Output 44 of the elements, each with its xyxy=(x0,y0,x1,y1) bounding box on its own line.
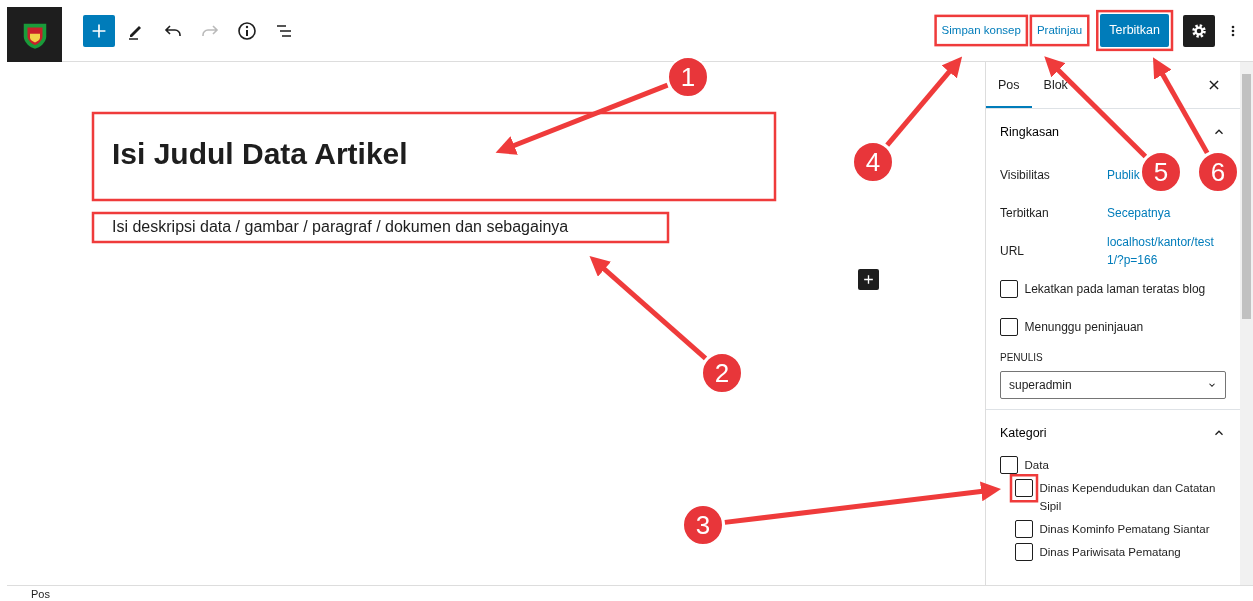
plus-icon xyxy=(862,273,875,286)
highlight-frame xyxy=(1009,474,1039,503)
checkbox-label: Data xyxy=(1024,458,1049,474)
step-badge: 5 xyxy=(1140,151,1182,193)
close-icon xyxy=(1207,77,1221,92)
checkbox[interactable] xyxy=(1000,279,1018,298)
field-label: URL xyxy=(1000,242,1025,260)
preview-button[interactable]: Pratinjau xyxy=(1032,17,1087,44)
field-label: Visibilitas xyxy=(1000,166,1051,184)
block-inserter-button[interactable] xyxy=(858,269,879,290)
checkbox-label: Dinas Kominfo Pematang Siantar xyxy=(1039,522,1210,538)
checkbox-label: Lekatkan pada laman teratas blog xyxy=(1024,280,1206,298)
add-button[interactable] xyxy=(83,14,115,47)
field-value-link[interactable]: localhost/kantor/test 1/?p=166 xyxy=(1107,232,1225,269)
checkbox[interactable] xyxy=(1000,317,1018,336)
checkbox[interactable] xyxy=(1015,520,1033,539)
step-badge: 6 xyxy=(1197,151,1239,193)
post-title[interactable]: Isi Judul Data Artikel xyxy=(112,136,408,172)
status-bar-text: Pos xyxy=(7,585,1253,601)
field-value-link[interactable]: Secepatnya xyxy=(1107,203,1171,222)
settings-button[interactable] xyxy=(1183,14,1215,47)
panel-toggle[interactable]: Ringkasan xyxy=(1000,122,1226,142)
field-value-link[interactable]: Publik xyxy=(1107,165,1140,184)
field-label: PENULIS xyxy=(999,350,1044,365)
scrollbar[interactable] xyxy=(1240,62,1253,585)
paragraph-text[interactable]: Isi deskripsi data / gambar / paragraf / dokumen dan sebagainya xyxy=(112,217,569,237)
panel-toggle[interactable]: Kategori xyxy=(1000,423,1226,443)
checkbox[interactable] xyxy=(1015,543,1033,562)
step-badge: 1 xyxy=(667,56,709,98)
save-draft-button[interactable]: Simpan konsep xyxy=(937,17,1025,44)
author-select[interactable]: superadmin xyxy=(1000,370,1226,399)
field-label: Terbitkan xyxy=(1000,204,1050,222)
publish-button[interactable]: Terbitkan xyxy=(1100,14,1169,47)
checkbox-label: Dinas Kependudukan dan Catatan Sipil xyxy=(1039,481,1217,515)
checkbox[interactable] xyxy=(1000,456,1018,475)
settings-icon xyxy=(1190,21,1208,40)
step-badge: 2 xyxy=(701,352,743,394)
step-badge: 3 xyxy=(682,504,724,546)
sidebar-tab[interactable]: Pos xyxy=(986,62,1032,108)
step-badge: 4 xyxy=(852,141,894,183)
sidebar-tab[interactable]: Blok xyxy=(1031,62,1080,108)
checkbox[interactable] xyxy=(1015,479,1033,498)
checkbox-label: Menunggu peninjauan xyxy=(1024,318,1144,336)
checkbox-label: Dinas Pariwisata Pematang xyxy=(1039,545,1181,561)
